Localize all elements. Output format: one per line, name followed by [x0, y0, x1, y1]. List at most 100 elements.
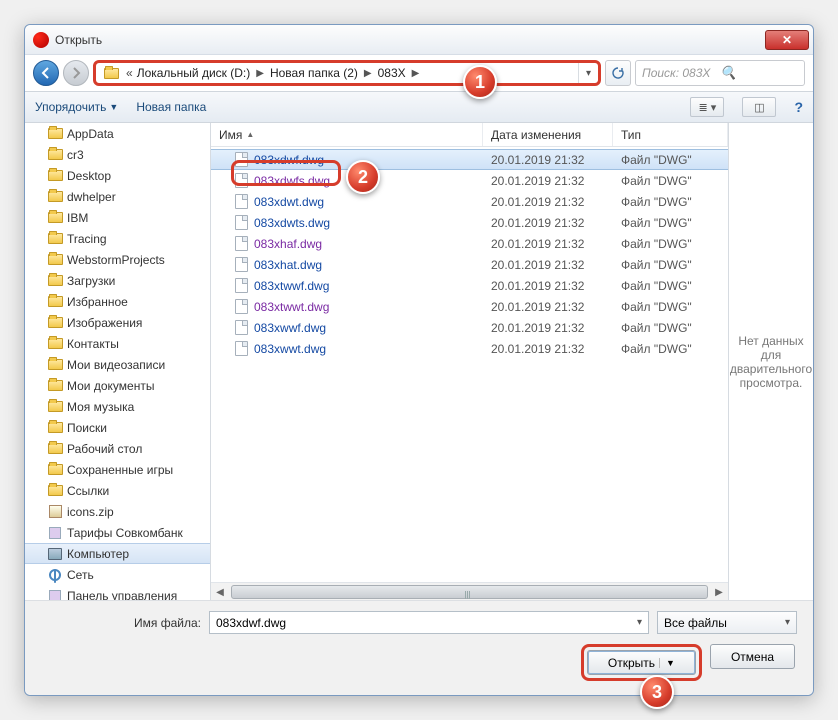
col-date[interactable]: Дата изменения	[483, 123, 613, 146]
net-icon	[47, 568, 63, 582]
tree-item[interactable]: dwhelper	[25, 186, 210, 207]
file-icon	[235, 299, 248, 314]
open-highlight: Открыть▼	[581, 644, 702, 681]
tree-item[interactable]: Сохраненные игры	[25, 459, 210, 480]
fld-icon	[47, 190, 63, 204]
organize-button[interactable]: Упорядочить▼	[35, 100, 118, 114]
view-mode-button[interactable]: ≣ ▾	[690, 97, 724, 117]
file-icon	[235, 341, 248, 356]
tree-item[interactable]: cr3	[25, 144, 210, 165]
address-dropdown[interactable]: ▾	[578, 63, 598, 83]
h-scrollbar[interactable]: ◀ ▶	[211, 582, 728, 600]
file-row[interactable]: 083xtwwt.dwg20.01.2019 21:32Файл "DWG"	[211, 296, 728, 317]
fld-icon	[47, 463, 63, 477]
file-icon	[235, 152, 248, 167]
file-row[interactable]: 083xdwfs.dwg20.01.2019 21:32Файл "DWG"	[211, 170, 728, 191]
fld-icon	[47, 148, 63, 162]
preview-pane: Нет данных для дварительного просмотра.	[728, 123, 813, 600]
scroll-left-icon[interactable]: ◀	[211, 583, 229, 601]
refresh-icon	[611, 66, 625, 80]
fld-icon	[47, 379, 63, 393]
tree-label: Сеть	[67, 568, 94, 582]
tree-item[interactable]: IBM	[25, 207, 210, 228]
zip-icon	[47, 505, 63, 519]
tree-item[interactable]: Сеть	[25, 564, 210, 585]
col-name[interactable]: Имя▲	[211, 123, 483, 146]
tree-label: Контакты	[67, 337, 119, 351]
fld-icon	[47, 169, 63, 183]
forward-button[interactable]	[63, 60, 89, 86]
filter-select[interactable]: Все файлы▾	[657, 611, 797, 634]
tree-item[interactable]: Избранное	[25, 291, 210, 312]
new-folder-button[interactable]: Новая папка	[136, 100, 206, 114]
crumb-current[interactable]: 083X	[376, 66, 408, 80]
tree-item[interactable]: Мои документы	[25, 375, 210, 396]
preview-pane-button[interactable]: ◫	[742, 97, 776, 117]
tree-item[interactable]: Ссылки	[25, 480, 210, 501]
tree-item[interactable]: Рабочий стол	[25, 438, 210, 459]
tree-item[interactable]: Тарифы Совкомбанк	[25, 522, 210, 543]
tree-item[interactable]: Компьютер	[25, 543, 210, 564]
tree-item[interactable]: Изображения	[25, 312, 210, 333]
nav-row: « Локальный диск (D:) ▶ Новая папка (2) …	[25, 55, 813, 91]
scroll-right-icon[interactable]: ▶	[710, 583, 728, 601]
file-date: 20.01.2019 21:32	[483, 195, 613, 209]
tree-item[interactable]: Desktop	[25, 165, 210, 186]
file-type: Файл "DWG"	[613, 237, 728, 251]
refresh-button[interactable]	[605, 60, 631, 86]
col-type[interactable]: Тип	[613, 123, 728, 146]
file-name: 083xwwt.dwg	[211, 341, 483, 356]
file-date: 20.01.2019 21:32	[483, 258, 613, 272]
back-button[interactable]	[33, 60, 59, 86]
opera-icon	[33, 32, 49, 48]
file-name: 083xwwf.dwg	[211, 320, 483, 335]
scroll-thumb[interactable]	[231, 585, 708, 599]
file-name: 083xdwts.dwg	[211, 215, 483, 230]
file-row[interactable]: 083xtwwf.dwg20.01.2019 21:32Файл "DWG"	[211, 275, 728, 296]
tree-item[interactable]: Tracing	[25, 228, 210, 249]
crumb-disk[interactable]: Локальный диск (D:)	[135, 66, 253, 80]
file-row[interactable]: 083xhaf.dwg20.01.2019 21:32Файл "DWG"	[211, 233, 728, 254]
titlebar: Открыть ✕	[25, 25, 813, 55]
file-icon	[235, 236, 248, 251]
tree-label: Загрузки	[67, 274, 115, 288]
filename-input[interactable]: 083xdwf.dwg▾	[209, 611, 649, 634]
tree-label: icons.zip	[67, 505, 114, 519]
folder-tree[interactable]: AppDatacr3DesktopdwhelperIBMTracing Webst…	[25, 123, 210, 600]
tree-item[interactable]: icons.zip	[25, 501, 210, 522]
fld-icon	[47, 337, 63, 351]
arrow-right-icon	[70, 67, 82, 79]
file-list[interactable]: 083xdwf.dwg20.01.2019 21:32Файл "DWG"083…	[211, 147, 728, 582]
file-date: 20.01.2019 21:32	[483, 342, 613, 356]
crumb-folder[interactable]: Новая папка (2)	[268, 66, 360, 80]
tree-item[interactable]: AppData	[25, 123, 210, 144]
file-row[interactable]: 083xwwt.dwg20.01.2019 21:32Файл "DWG"	[211, 338, 728, 359]
search-icon: 🔍	[720, 65, 798, 81]
tree-label: Моя музыка	[67, 400, 134, 414]
file-row[interactable]: 083xdwt.dwg20.01.2019 21:32Файл "DWG"	[211, 191, 728, 212]
tree-item[interactable]: Панель управления	[25, 585, 210, 600]
chevron-down-icon: ▼	[109, 102, 118, 112]
file-row[interactable]: 083xdwts.dwg20.01.2019 21:32Файл "DWG"	[211, 212, 728, 233]
search-input[interactable]: Поиск: 083X 🔍	[635, 60, 805, 86]
address-bar[interactable]: « Локальный диск (D:) ▶ Новая папка (2) …	[93, 60, 601, 86]
tree-item[interactable]: Мои видеозаписи	[25, 354, 210, 375]
chevron-down-icon[interactable]: ▼	[659, 658, 675, 668]
tree-item[interactable]: Контакты	[25, 333, 210, 354]
file-row[interactable]: 083xwwf.dwg20.01.2019 21:32Файл "DWG"	[211, 317, 728, 338]
tree-item[interactable]: Моя музыка	[25, 396, 210, 417]
close-button[interactable]: ✕	[765, 30, 809, 50]
tree-label: WebstormProjects	[67, 253, 165, 267]
annotation-badge-3: 3	[640, 675, 674, 709]
file-row[interactable]: 083xhat.dwg20.01.2019 21:32Файл "DWG"	[211, 254, 728, 275]
tree-item[interactable]: WebstormProjects	[25, 249, 210, 270]
file-row[interactable]: 083xdwf.dwg20.01.2019 21:32Файл "DWG"	[211, 149, 728, 170]
cancel-button[interactable]: Отмена	[710, 644, 795, 669]
help-button[interactable]: ?	[794, 99, 803, 115]
open-button[interactable]: Открыть▼	[587, 650, 696, 675]
file-icon	[235, 194, 248, 209]
tree-item[interactable]: Загрузки	[25, 270, 210, 291]
chevron-down-icon[interactable]: ▾	[637, 617, 642, 628]
tree-item[interactable]: Поиски	[25, 417, 210, 438]
file-name: 083xdwf.dwg	[211, 152, 483, 167]
